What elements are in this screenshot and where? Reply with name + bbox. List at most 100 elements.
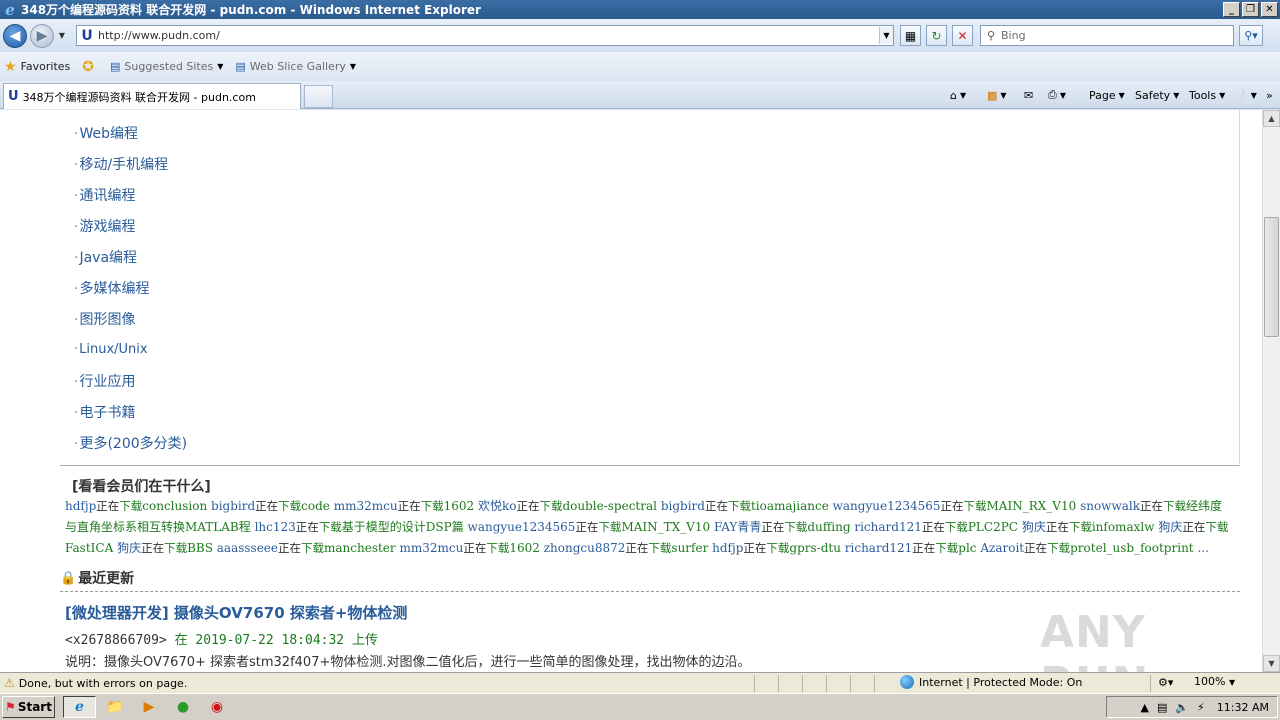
uploader-link[interactable]: <x2678866709> — [65, 633, 167, 648]
activity-item-link[interactable]: PLC2PC — [968, 520, 1018, 534]
activity-item-link[interactable]: infomaxlw — [1092, 520, 1155, 534]
power-icon[interactable]: ⚡ — [1197, 701, 1205, 714]
activity-item-link[interactable]: duffing — [807, 520, 850, 534]
favorites-button[interactable]: ★ Favorites — [4, 59, 70, 75]
network-icon[interactable]: ▤ — [1157, 701, 1167, 714]
page-menu[interactable]: Page ▼ — [1089, 85, 1125, 105]
help-button[interactable]: ❔ ▼ — [1234, 85, 1257, 105]
activity-user-link[interactable]: richard121 — [854, 520, 922, 534]
more-commands-button[interactable]: » — [1266, 85, 1273, 105]
restore-button[interactable]: ❐ — [1242, 2, 1259, 17]
taskbar-ie-icon[interactable]: e — [63, 696, 96, 718]
tray-expand-icon[interactable]: ▲ — [1140, 701, 1148, 714]
vertical-scrollbar[interactable]: ▲ ▼ — [1262, 110, 1280, 672]
activity-user-link[interactable]: wangyue1234565 — [468, 520, 576, 534]
start-button[interactable]: ⚑ Start — [2, 696, 55, 718]
activity-user-link[interactable]: mm32mcu — [399, 541, 463, 555]
category-link[interactable]: ·Linux/Unix — [74, 342, 148, 357]
forward-button[interactable]: ▶ — [30, 23, 54, 48]
activity-item-link[interactable]: tioamajiance — [751, 499, 829, 513]
protected-mode-lock-icon[interactable]: ⚙▾ — [1158, 676, 1173, 689]
activity-item-link[interactable]: MAIN_RX_V10 — [987, 499, 1077, 513]
taskbar-alert-icon[interactable]: ◉ — [202, 696, 232, 718]
minimize-button[interactable]: _ — [1223, 2, 1240, 17]
activity-user-link[interactable]: snowwalk — [1080, 499, 1140, 513]
activity-user-link[interactable]: 欢悦ko — [478, 499, 517, 513]
safety-menu[interactable]: Safety ▼ — [1135, 85, 1179, 105]
activity-item-link[interactable]: 基于模型的设计DSP篇 — [342, 520, 464, 534]
activity-user-link[interactable]: wangyue1234565 — [833, 499, 941, 513]
activity-item-link[interactable]: code — [301, 499, 330, 513]
tools-menu[interactable]: Tools ▼ — [1189, 85, 1225, 105]
activity-user-link[interactable]: zhongcu8872 — [544, 541, 626, 555]
activity-item-link[interactable]: surfer — [671, 541, 708, 555]
scroll-thumb[interactable] — [1264, 217, 1279, 337]
category-link[interactable]: ·电子书籍 — [74, 402, 135, 422]
activity-user-link[interactable]: richard121 — [845, 541, 913, 555]
activity-item-link[interactable]: protel_usb_footprint — [1070, 541, 1194, 555]
address-dropdown-icon[interactable]: ▼ — [879, 27, 893, 44]
compatibility-view-button[interactable]: ▦ — [900, 25, 921, 46]
activity-user-link[interactable]: 狗庆 — [1022, 520, 1046, 534]
activity-user-link[interactable]: lhc123 — [255, 520, 296, 534]
tab-pudn[interactable]: U 348万个编程源码资料 联合开发网 - pudn.com — [3, 83, 301, 109]
web-slice-gallery-button[interactable]: ▤ Web Slice Gallery ▼ — [235, 60, 356, 73]
feeds-button[interactable]: ▩ ▼ — [987, 85, 1007, 105]
print-button[interactable]: ⎙ ▼ — [1048, 85, 1066, 105]
read-mail-button[interactable]: ✉ — [1024, 85, 1033, 105]
activity-user-link[interactable]: 狗庆 — [117, 541, 141, 555]
stop-button[interactable]: ✕ — [952, 25, 973, 46]
activity-item-link[interactable]: BBS — [187, 541, 213, 555]
search-button[interactable]: ⚲▾ — [1239, 25, 1263, 46]
activity-item-link[interactable]: plc — [958, 541, 976, 555]
activity-item-link[interactable]: 1602 — [444, 499, 475, 513]
activity-user-link[interactable]: hdfjp — [712, 541, 743, 555]
activity-item-link[interactable]: conclusion — [142, 499, 207, 513]
address-input[interactable]: http://www.pudn.com/ — [98, 29, 879, 42]
back-button[interactable]: ◀ — [3, 23, 27, 48]
volume-icon[interactable]: 🔈 — [1175, 701, 1189, 714]
scroll-down-button[interactable]: ▼ — [1263, 655, 1280, 672]
activity-item-link[interactable]: FastICA — [65, 541, 113, 555]
category-link[interactable]: ·行业应用 — [74, 371, 135, 391]
home-button[interactable]: ⌂ ▼ — [950, 85, 966, 105]
activity-user-link[interactable]: bigbird — [211, 499, 255, 513]
activity-user-link[interactable]: FAY青青 — [714, 520, 761, 534]
taskbar-folder-icon[interactable]: 📁 — [100, 696, 130, 718]
zoom-level[interactable]: 100% ▼ — [1194, 675, 1235, 688]
activity-user-link[interactable]: Azaroit — [980, 541, 1024, 555]
activity-user-link[interactable]: 狗庆 — [1158, 520, 1182, 534]
activity-item-link[interactable]: 1602 — [509, 541, 540, 555]
activity-user-link[interactable]: mm32mcu — [334, 499, 398, 513]
warning-icon[interactable]: ⚠ — [4, 676, 15, 690]
new-tab-button[interactable] — [304, 85, 333, 108]
category-link[interactable]: ·多媒体编程 — [74, 278, 149, 298]
category-link-more[interactable]: ·更多(200多分类) — [74, 433, 187, 453]
close-button[interactable]: ✕ — [1261, 2, 1278, 17]
recent-post-title[interactable]: [微处理器开发] 摄像头OV7670 探索者+物体检测 — [65, 602, 407, 623]
activity-item-link[interactable]: manchester — [324, 541, 396, 555]
category-link[interactable]: ·Java编程 — [74, 247, 137, 267]
activity-user-link[interactable]: hdfjp — [65, 499, 96, 513]
taskbar-media-player-icon[interactable]: ▶ — [134, 696, 164, 718]
activity-item-link[interactable]: double-spectral — [562, 499, 657, 513]
category-link[interactable]: ·移动/手机编程 — [74, 154, 168, 174]
activity-item-link[interactable]: gprs-dtu — [789, 541, 841, 555]
category-link[interactable]: ·图形图像 — [74, 309, 135, 329]
scroll-up-button[interactable]: ▲ — [1263, 110, 1280, 127]
activity-user-link[interactable]: aaassseee — [217, 541, 278, 555]
security-zone[interactable]: Internet | Protected Mode: On — [900, 675, 1082, 689]
category-link[interactable]: ·Web编程 — [74, 123, 138, 143]
taskbar-chrome-icon[interactable]: ● — [168, 696, 198, 718]
category-link[interactable]: ·通讯编程 — [74, 185, 135, 205]
add-to-favorites-bar-button[interactable]: ✪ — [82, 59, 98, 75]
suggested-sites-button[interactable]: ▤ Suggested Sites ▼ — [110, 60, 223, 73]
clock[interactable]: 11:32 AM — [1217, 701, 1269, 714]
history-dropdown-icon[interactable]: ▼ — [56, 31, 68, 40]
activity-item-link[interactable]: MAIN_TX_V10 — [621, 520, 710, 534]
address-bar[interactable]: U http://www.pudn.com/ ▼ — [76, 25, 894, 46]
search-input[interactable]: ⚲ Bing — [980, 25, 1234, 46]
category-link[interactable]: ·游戏编程 — [74, 216, 135, 236]
refresh-button[interactable]: ↻ — [926, 25, 947, 46]
activity-user-link[interactable]: bigbird — [661, 499, 705, 513]
